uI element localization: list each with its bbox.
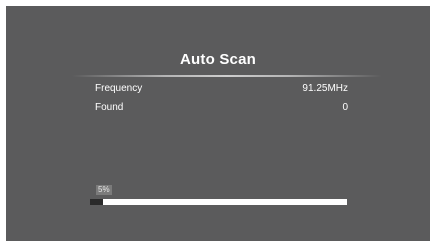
scan-progress-fill	[90, 199, 103, 205]
frequency-row: Frequency 91.25MHz	[95, 83, 348, 97]
title-divider	[72, 75, 382, 77]
tv-menu-screen: Auto Scan Frequency 91.25MHz Found 0	[6, 6, 430, 241]
found-label: Found	[95, 102, 124, 113]
progress-percent-badge: 5%	[96, 185, 112, 195]
scan-progress-bar	[90, 199, 347, 205]
found-value: 0	[342, 102, 348, 113]
frequency-value: 91.25MHz	[302, 83, 348, 94]
page-title: Auto Scan	[180, 51, 256, 68]
found-row: Found 0	[95, 102, 348, 116]
frequency-label: Frequency	[95, 83, 143, 94]
